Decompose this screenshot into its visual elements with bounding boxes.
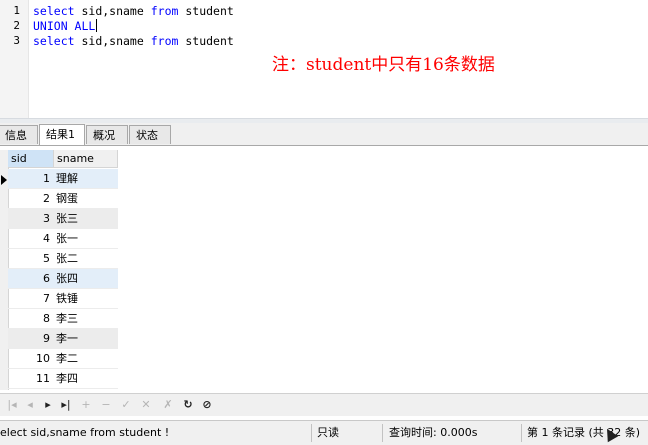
tab-profile[interactable]: 概况 [86, 125, 128, 144]
table-row[interactable]: 11 李四 [8, 369, 118, 389]
table-row[interactable]: 3 张三 [8, 209, 118, 229]
sql-text: student [178, 34, 234, 48]
status-sql-text: elect sid,sname from student ! [0, 426, 170, 439]
cell-sid[interactable]: 6 [8, 269, 50, 289]
cell-sname[interactable]: 张二 [56, 249, 78, 269]
first-record-icon[interactable]: |◂ [4, 397, 20, 413]
cell-sname[interactable]: 铁锤 [56, 289, 78, 309]
cell-sid[interactable]: 3 [8, 209, 50, 229]
tab-info[interactable]: 信息 [0, 125, 38, 144]
table-row[interactable]: 10 李二 [8, 349, 118, 369]
tab-status[interactable]: 状态 [129, 125, 171, 144]
sql-text: sid,sname [74, 34, 151, 48]
cell-sid[interactable]: 9 [8, 329, 50, 349]
cell-sname[interactable]: 钢蛋 [56, 189, 78, 209]
cell-sid[interactable]: 10 [8, 349, 50, 369]
code-line-2[interactable]: UNION ALL [33, 19, 98, 33]
cell-sid[interactable]: 8 [8, 309, 50, 329]
code-line-1[interactable]: select sid,sname from student [33, 4, 234, 18]
table-row[interactable]: 2 钢蛋 [8, 189, 118, 209]
sql-keyword: from [150, 34, 179, 48]
status-divider [382, 424, 383, 442]
prev-page-icon[interactable]: ◂ [22, 397, 38, 413]
status-bar: elect sid,sname from student ! 只读 查询时间: … [0, 420, 648, 445]
table-row[interactable]: 6 张四 [8, 269, 118, 289]
current-row-pointer-icon [1, 175, 7, 185]
cancel-icon[interactable]: ✕ [138, 397, 154, 413]
table-row[interactable]: 5 张二 [8, 249, 118, 269]
table-row[interactable]: 7 铁锤 [8, 289, 118, 309]
status-divider [311, 424, 312, 442]
tab-result-1[interactable]: 结果1 [39, 124, 85, 145]
column-header-sname[interactable]: sname [54, 150, 118, 168]
sql-editor[interactable]: 1 2 3 select sid,sname from student UNIO… [0, 0, 648, 124]
line-number: 1 [13, 4, 20, 17]
status-readonly: 只读 [317, 426, 339, 439]
last-record-icon[interactable]: ▸| [58, 397, 74, 413]
status-record-info: 第 1 条记录 (共 32 条) [527, 426, 641, 439]
cell-sname[interactable]: 李二 [56, 349, 78, 369]
refresh-icon[interactable]: ↻ [180, 397, 196, 413]
line-number: 2 [13, 19, 20, 32]
cell-sname[interactable]: 李四 [56, 369, 78, 389]
cell-sname[interactable]: 李三 [56, 309, 78, 329]
line-number-gutter: 1 2 3 [0, 0, 29, 118]
cell-sid[interactable]: 2 [8, 189, 50, 209]
cell-sid[interactable]: 7 [8, 289, 50, 309]
cell-sname[interactable]: 张四 [56, 269, 78, 289]
sql-keyword: UNION ALL [33, 19, 96, 33]
table-row[interactable]: 8 李三 [8, 309, 118, 329]
delete-record-icon[interactable]: − [98, 397, 114, 413]
record-navigation-bar: |◂ ◂ ▸ ▸| + − ✓ ✕ ✗ ↻ ⊘ [0, 393, 648, 416]
stop-icon[interactable]: ⊘ [199, 397, 215, 413]
status-query-time: 查询时间: 0.000s [389, 426, 478, 439]
sql-keyword: select [33, 34, 75, 48]
table-row[interactable]: 4 张一 [8, 229, 118, 249]
code-line-3[interactable]: select sid,sname from student [33, 34, 234, 48]
text-caret [96, 19, 98, 32]
cell-sid[interactable]: 1 [8, 169, 50, 189]
cell-sname[interactable]: 李一 [56, 329, 78, 349]
red-annotation-note: 注：student中只有16条数据 [272, 55, 495, 75]
cell-sname[interactable]: 张一 [56, 229, 78, 249]
clear-icon[interactable]: ✗ [160, 397, 176, 413]
cell-sname[interactable]: 张三 [56, 209, 78, 229]
cell-sid[interactable]: 11 [8, 369, 50, 389]
add-record-icon[interactable]: + [78, 397, 94, 413]
cell-sid[interactable]: 5 [8, 249, 50, 269]
cell-sid[interactable]: 4 [8, 229, 50, 249]
result-tabs: 信息 结果1 概况 状态 [0, 123, 648, 146]
table-row[interactable]: 1 理解 [8, 169, 118, 189]
sql-keyword: from [150, 4, 179, 18]
line-number: 3 [13, 34, 20, 47]
status-divider [521, 424, 522, 442]
column-header-sid[interactable]: sid [8, 150, 54, 168]
next-record-icon[interactable]: ▸ [40, 397, 56, 413]
sql-keyword: select [33, 4, 75, 18]
result-grid[interactable]: sid sname 1 理解 2 钢蛋 3 张三 4 张一 5 张二 6 张四 … [0, 146, 648, 392]
apply-icon[interactable]: ✓ [118, 397, 134, 413]
table-row[interactable]: 9 李一 [8, 329, 118, 349]
cell-sname[interactable]: 理解 [56, 169, 78, 189]
sql-text: sid,sname [74, 4, 151, 18]
sql-text: student [178, 4, 234, 18]
